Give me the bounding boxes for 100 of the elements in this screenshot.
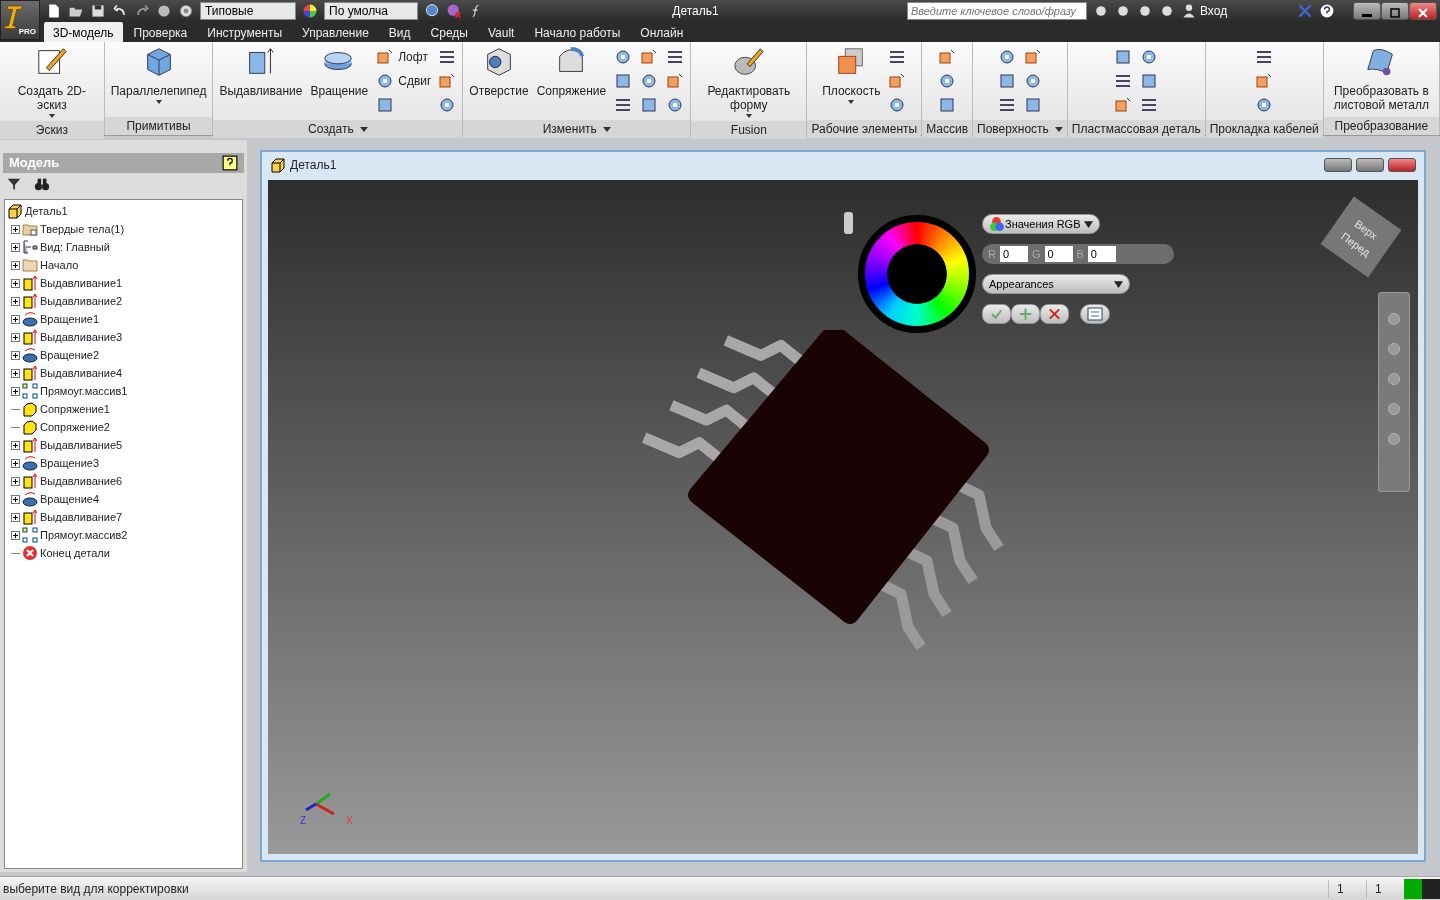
ribbon-button[interactable]: Параллелепипед	[108, 45, 209, 104]
panel-title[interactable]: Изменить	[463, 120, 691, 138]
panel-title[interactable]: Пластмассовая деталь	[1067, 120, 1205, 138]
panel-title[interactable]: Рабочие элементы	[807, 120, 922, 138]
expand-toggle-icon[interactable]	[11, 278, 20, 288]
expand-toggle-icon[interactable]	[11, 242, 20, 252]
expand-toggle-icon[interactable]	[11, 260, 20, 270]
expand-toggle-icon[interactable]	[11, 458, 20, 468]
ribbon-button[interactable]: Лофт	[374, 45, 433, 69]
expand-toggle-icon[interactable]	[11, 368, 20, 378]
ribbon-tab[interactable]: Среды	[421, 22, 477, 42]
add-button[interactable]	[1011, 304, 1040, 324]
ribbon-button[interactable]: Преобразовать в листовой металл	[1327, 45, 1435, 112]
panel-title[interactable]: Поверхность	[973, 120, 1067, 138]
library-dropdown[interactable]: Appearances	[982, 274, 1130, 294]
panel-title[interactable]: Массив	[922, 120, 973, 138]
tree-item[interactable]: Выдавливание1	[40, 274, 123, 292]
help-icon[interactable]	[222, 155, 238, 171]
panel-title[interactable]: Примитивы	[104, 117, 213, 135]
cancel-button[interactable]	[1040, 304, 1069, 324]
tree-item[interactable]: Прямоуг.массив2	[40, 526, 128, 544]
tree-item[interactable]: Начало	[40, 256, 79, 274]
exchange-icon[interactable]	[1297, 3, 1313, 19]
sign-in-link[interactable]: Вход	[1200, 2, 1228, 20]
drag-handle[interactable]	[844, 212, 853, 234]
expand-toggle-icon[interactable]	[11, 530, 20, 540]
tree-item[interactable]: Вращение3	[40, 454, 100, 472]
tree-item[interactable]: Выдавливание4	[40, 364, 123, 382]
panel-title[interactable]: Создать	[213, 120, 463, 138]
material-dropdown[interactable]: По умолча	[324, 2, 418, 20]
appearance-icon[interactable]	[424, 3, 440, 19]
close-button[interactable]	[1409, 2, 1437, 20]
tree-item[interactable]: Вращение1	[40, 310, 100, 328]
ribbon-button[interactable]: Вращение	[308, 45, 371, 98]
tree-item[interactable]: Вращение4	[40, 490, 100, 508]
tree-item[interactable]: Деталь1	[25, 202, 68, 220]
tree-item[interactable]: Выдавливание2	[40, 292, 123, 310]
expand-toggle-icon[interactable]	[11, 296, 20, 306]
color-mode-dropdown[interactable]: Значения RGB	[982, 214, 1100, 234]
expand-toggle-icon[interactable]	[11, 512, 20, 522]
channel-label: B	[1076, 246, 1084, 262]
ribbon-tab[interactable]: Vault	[478, 22, 524, 42]
ribbon-button[interactable]: Плоскость	[820, 45, 883, 104]
tree-item[interactable]: Вид: Главный	[40, 238, 110, 256]
ribbon-tab[interactable]: Проверка	[124, 22, 197, 42]
channel-value-field[interactable]: 0	[1044, 246, 1073, 262]
expand-toggle-icon[interactable]	[11, 476, 20, 486]
save-icon[interactable]	[90, 3, 106, 19]
expand-toggle-icon[interactable]	[11, 314, 20, 324]
expand-toggle-icon[interactable]	[11, 224, 20, 234]
settings-icon[interactable]	[178, 3, 194, 19]
ribbon-button[interactable]: Выдавливание	[217, 45, 305, 98]
panel-title[interactable]: Эскиз	[0, 121, 104, 139]
expand-toggle-icon[interactable]	[11, 350, 20, 360]
tree-item[interactable]: Сопряжение2	[40, 418, 110, 436]
tree-item[interactable]: Прямоуг.массив1	[40, 382, 128, 400]
tree-item[interactable]: Сопряжение1	[40, 400, 110, 418]
expand-toggle-icon[interactable]	[11, 386, 20, 396]
ribbon-tab[interactable]: Начало работы	[525, 22, 630, 42]
maximize-button[interactable]	[1381, 2, 1409, 20]
search-field[interactable]: Введите ключевое слово/фразу	[907, 2, 1087, 20]
extrude-icon	[22, 275, 38, 291]
accept-button[interactable]	[982, 304, 1011, 324]
channel-value-field[interactable]: 0	[1087, 246, 1116, 262]
tree-item[interactable]: Вращение2	[40, 346, 100, 364]
tree-item[interactable]: Конец детали	[40, 544, 110, 562]
clear-appearance-icon[interactable]	[446, 3, 462, 19]
filter-icon[interactable]	[6, 176, 22, 192]
ribbon-button[interactable]: Сопряжение	[534, 45, 609, 98]
tree-item[interactable]: Выдавливание7	[40, 508, 123, 526]
minimize-button[interactable]	[1353, 2, 1381, 20]
style-dropdown[interactable]: Типовые	[200, 2, 296, 20]
ribbon-button[interactable]: Редактировать форму	[695, 45, 803, 118]
ribbon-button[interactable]: Сдвиг	[374, 69, 433, 93]
ribbon-tab[interactable]: Инструменты	[198, 22, 292, 42]
new-file-icon[interactable]	[46, 3, 62, 19]
ribbon-button[interactable]: Отверстие	[467, 45, 531, 98]
color-wheel-icon[interactable]	[302, 3, 318, 19]
restore-button[interactable]	[1356, 158, 1384, 172]
tree-item[interactable]: Выдавливание3	[40, 328, 123, 346]
ribbon-tab[interactable]: Онлайн	[631, 22, 693, 42]
expand-toggle-icon[interactable]	[11, 494, 20, 504]
channel-value-field[interactable]: 0	[999, 246, 1028, 262]
tree-item[interactable]: Выдавливание5	[40, 436, 123, 454]
panel-title[interactable]: Преобразование	[1323, 117, 1439, 135]
user-icon	[1181, 3, 1197, 19]
expand-toggle-icon[interactable]	[11, 332, 20, 342]
panel-title[interactable]: Fusion	[691, 121, 807, 139]
tree-item[interactable]: Выдавливание6	[40, 472, 123, 490]
list-view-button[interactable]	[1080, 304, 1110, 324]
ribbon-tab[interactable]: Вид	[379, 22, 420, 42]
expand-toggle-icon[interactable]	[11, 440, 20, 450]
edition-label: PRO	[18, 26, 36, 38]
ribbon-tab[interactable]: Управление	[293, 22, 378, 42]
panel-title[interactable]: Прокладка кабелей	[1205, 120, 1323, 138]
tree-item[interactable]: Твердые тела(1)	[40, 220, 125, 238]
ribbon-button[interactable]: Создать 2D-эскиз	[4, 45, 100, 118]
app-menu-button[interactable]: PRO	[0, 0, 40, 40]
help-icon[interactable]	[1319, 3, 1335, 19]
ribbon-tab[interactable]: 3D-модель	[44, 22, 123, 42]
